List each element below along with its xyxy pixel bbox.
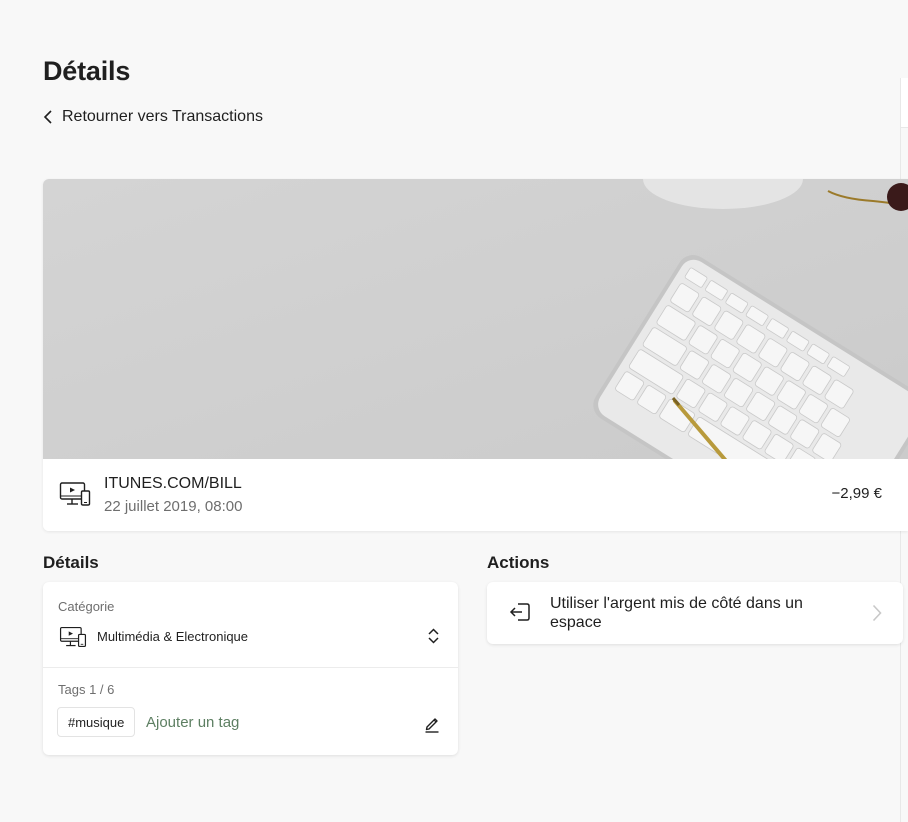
- enter-space-icon: [509, 603, 530, 621]
- merchant-name: ITUNES.COM/BILL: [104, 475, 242, 492]
- multimedia-devices-icon: [59, 626, 87, 648]
- details-card: Catégorie Multimédia & Electronique Tags…: [43, 582, 458, 755]
- pencil-icon[interactable]: [424, 714, 440, 733]
- add-tag-link[interactable]: Ajouter un tag: [146, 714, 239, 731]
- details-divider: [43, 667, 458, 668]
- details-section-title: Détails: [43, 553, 99, 572]
- transaction-card: ITUNES.COM/BILL 22 juillet 2019, 08:00 −…: [43, 179, 908, 531]
- action-label: Utiliser l'argent mis de côté dans un es…: [550, 595, 803, 631]
- chevron-left-icon: [43, 110, 52, 124]
- tags-label: Tags 1 / 6: [58, 682, 115, 697]
- category-value: Multimédia & Electronique: [97, 629, 249, 644]
- action-use-savings-in-space[interactable]: Utiliser l'argent mis de côté dans un es…: [487, 582, 903, 644]
- transaction-summary: ITUNES.COM/BILL 22 juillet 2019, 08:00 −…: [43, 459, 908, 531]
- transaction-cover-image: [43, 179, 908, 459]
- side-panel-edge: [900, 78, 908, 128]
- transaction-date: 22 juillet 2019, 08:00: [104, 498, 243, 515]
- actions-section-title: Actions: [487, 553, 550, 572]
- tag-chip[interactable]: #musique: [57, 707, 136, 737]
- category-select-chevrons-icon[interactable]: [427, 628, 440, 644]
- transaction-amount: −2,99 €: [831, 485, 882, 502]
- page-title: Détails: [43, 56, 131, 86]
- category-label: Catégorie: [58, 599, 115, 614]
- back-to-transactions-link[interactable]: Retourner vers Transactions: [43, 108, 263, 126]
- back-link-label: Retourner vers Transactions: [62, 108, 263, 125]
- multimedia-devices-icon: [59, 482, 91, 506]
- chevron-right-icon: [872, 604, 882, 622]
